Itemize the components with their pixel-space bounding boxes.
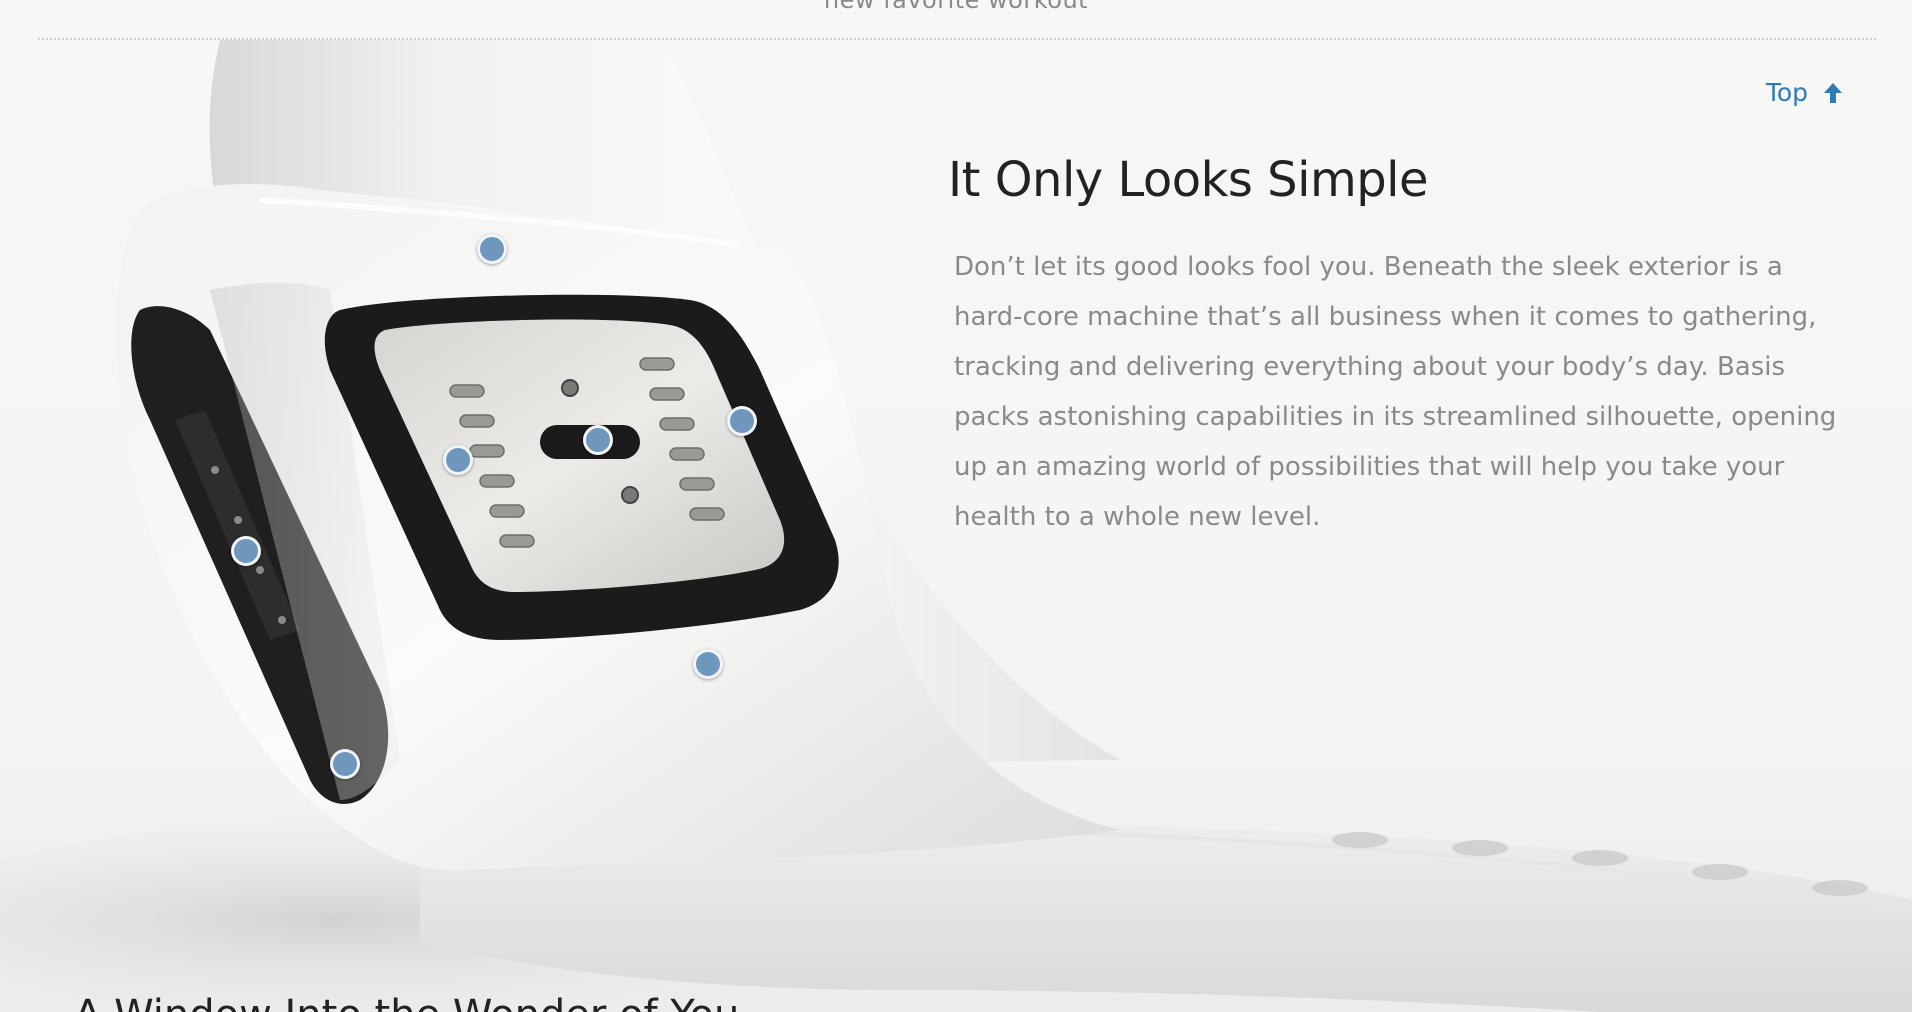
hotspot-button[interactable] <box>330 749 360 779</box>
hotspot-right[interactable] <box>727 406 757 436</box>
back-to-top-link[interactable]: Top <box>1766 78 1844 107</box>
feature-description: Don’t let its good looks fool you. Benea… <box>954 252 1837 532</box>
arrow-up-icon <box>1822 81 1844 105</box>
hotspot-bottom[interactable] <box>693 649 723 679</box>
back-to-top-label: Top <box>1765 78 1808 107</box>
hotspot-side[interactable] <box>231 536 261 566</box>
hotspot-top[interactable] <box>477 234 507 264</box>
hotspot-left[interactable] <box>443 445 473 475</box>
feature-heading: It Only Looks Simple <box>948 152 1429 208</box>
hotspot-center[interactable] <box>583 425 613 455</box>
previous-section-caption: new favorite workout <box>823 0 1089 14</box>
next-section-heading: A Window Into the Wonder of You <box>74 992 739 1012</box>
page: new favorite workout Top It Only Looks S… <box>0 0 1912 1012</box>
